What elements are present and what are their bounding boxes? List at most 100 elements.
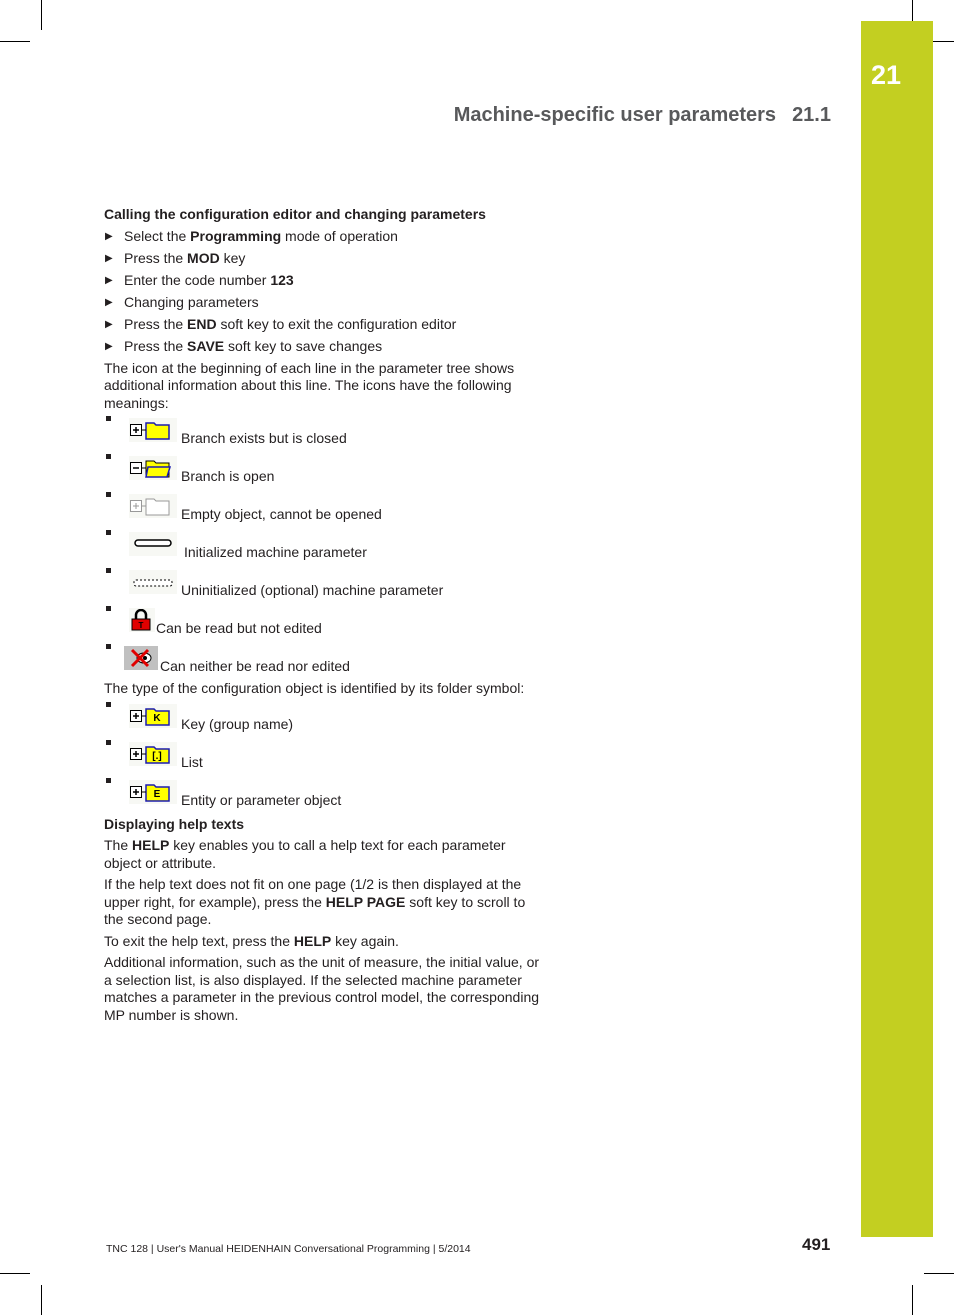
legend-item: Branch is open <box>104 454 544 488</box>
text: Press the <box>124 249 188 266</box>
main-content: Calling the configuration editor and cha… <box>104 206 544 1028</box>
padlock-icon: T <box>129 608 155 632</box>
crop-mark <box>0 1273 30 1274</box>
crop-mark <box>0 41 30 42</box>
arrow-bullet-icon: ▶ <box>105 274 113 286</box>
legend-label: List <box>181 753 203 770</box>
key-name: SAVE <box>187 337 225 354</box>
square-bullet-icon <box>106 644 111 649</box>
type-intro-paragraph: The type of the configuration object is … <box>104 680 525 696</box>
arrow-bullet-icon: ▶ <box>105 230 113 242</box>
key-name: Programming <box>190 227 282 244</box>
legend-label: Can be read but not edited <box>156 620 322 636</box>
icon-legend-list: Branch exists but is closed Branch is ope… <box>104 416 544 678</box>
legend-item: Branch exists but is closed <box>104 416 544 450</box>
crop-mark <box>933 41 954 42</box>
key-name: END <box>187 315 217 332</box>
section-heading: Calling the configuration editor and cha… <box>104 206 486 222</box>
text: Press the <box>124 315 188 332</box>
legend-item: Empty object, cannot be opened <box>104 492 544 526</box>
step-item: ▶ Press the MOD key <box>104 250 544 268</box>
arrow-bullet-icon: ▶ <box>105 252 113 264</box>
crop-mark <box>924 1273 954 1274</box>
text: soft key to save changes <box>224 337 383 354</box>
text: Press the <box>124 337 188 354</box>
square-bullet-icon <box>106 777 111 783</box>
folder-empty-icon <box>129 494 177 518</box>
page-number: 491 <box>802 1235 831 1254</box>
folder-list-icon: [.] <box>129 741 177 766</box>
text: key <box>219 249 246 266</box>
legend-label: Uninitialized (optional) machine paramet… <box>181 582 444 598</box>
legend-item: Can neither be read nor edited <box>104 644 544 678</box>
header-section-number: 21.1 <box>792 104 831 126</box>
svg-text:T: T <box>139 621 144 630</box>
square-bullet-icon <box>106 701 111 707</box>
help-paragraph-3: To exit the help text, press the HELP ke… <box>104 933 544 951</box>
arrow-bullet-icon: ▶ <box>105 296 113 308</box>
crop-mark <box>41 1285 42 1315</box>
text: Enter the code number <box>124 271 271 288</box>
crop-mark <box>912 0 913 21</box>
square-bullet-icon <box>106 454 111 459</box>
step-item: ▶ Press the END soft key to exit the conf… <box>104 316 544 334</box>
square-bullet-icon <box>106 416 111 421</box>
svg-text:[.]: [.] <box>152 751 161 762</box>
legend-item: E Entity or parameter object <box>104 777 544 812</box>
help-heading: Displaying help texts <box>104 815 245 832</box>
softkey-name: HELP PAGE <box>325 893 406 910</box>
step-list: ▶ Select the Programming mode of operatio… <box>104 228 544 356</box>
folder-key-icon: K <box>129 703 177 728</box>
text: Changing parameters <box>124 293 259 310</box>
square-bullet-icon <box>106 739 111 745</box>
svg-text:K: K <box>153 713 161 724</box>
legend-label: Initialized machine parameter <box>184 544 367 560</box>
icon-intro-paragraph: The icon at the beginning of each line i… <box>104 359 515 411</box>
crop-mark <box>912 1285 913 1315</box>
uninitialized-parameter-icon <box>129 570 177 594</box>
square-bullet-icon <box>106 606 111 611</box>
legend-item: T Can be read but not edited <box>104 606 544 640</box>
key-name: 123 <box>270 271 294 288</box>
initialized-parameter-icon <box>129 532 177 556</box>
arrow-bullet-icon: ▶ <box>105 318 113 330</box>
folder-open-minus-icon <box>129 456 177 480</box>
step-item: ▶ Select the Programming mode of operatio… <box>104 228 544 246</box>
text: Select the <box>124 227 191 244</box>
legend-label: Branch is open <box>181 468 275 484</box>
legend-label: Key (group name) <box>181 715 294 732</box>
legend-item: K Key (group name) <box>104 701 544 736</box>
crop-mark <box>41 0 42 30</box>
text: To exit the help text, press the <box>104 932 294 949</box>
legend-label: Empty object, cannot be opened <box>181 506 382 522</box>
legend-label: Branch exists but is closed <box>181 430 347 446</box>
step-item: ▶ Enter the code number 123 <box>104 272 544 290</box>
text: key again. <box>331 932 399 949</box>
square-bullet-icon <box>106 530 111 535</box>
key-name: HELP <box>132 837 170 853</box>
help-paragraph-4: Additional information, such as the unit… <box>104 954 540 1023</box>
legend-item: [.] List <box>104 739 544 774</box>
text: The <box>104 837 133 853</box>
running-header: Machine-specific user parameters 21.1 <box>454 104 831 127</box>
legend-label: Entity or parameter object <box>181 791 342 808</box>
key-name: MOD <box>187 249 220 266</box>
folder-entity-icon: E <box>129 779 177 804</box>
key-name: HELP <box>293 932 332 949</box>
legend-label: Can neither be read nor edited <box>160 658 350 674</box>
chapter-tab <box>861 21 933 1237</box>
square-bullet-icon <box>106 492 111 497</box>
legend-item: Initialized machine parameter <box>104 530 544 564</box>
square-bullet-icon <box>106 568 111 573</box>
header-title: Machine-specific user parameters <box>453 104 777 126</box>
svg-text:E: E <box>154 789 161 800</box>
text: soft key to exit the configuration edito… <box>216 315 457 332</box>
folder-type-list: K Key (group name) [.] List E Entity or param… <box>104 701 544 812</box>
folder-closed-plus-icon <box>129 418 177 442</box>
text: mode of operation <box>281 227 398 244</box>
legend-item: Uninitialized (optional) machine paramet… <box>104 568 544 602</box>
help-paragraph-1: The HELP key enables you to call a help … <box>104 837 544 872</box>
help-paragraph-2: If the help text does not fit on one pag… <box>104 876 544 929</box>
step-item: ▶ Press the SAVE soft key to save changes <box>104 338 544 356</box>
footer-text: TNC 128 | User's Manual HEIDENHAIN Conve… <box>106 1243 471 1255</box>
